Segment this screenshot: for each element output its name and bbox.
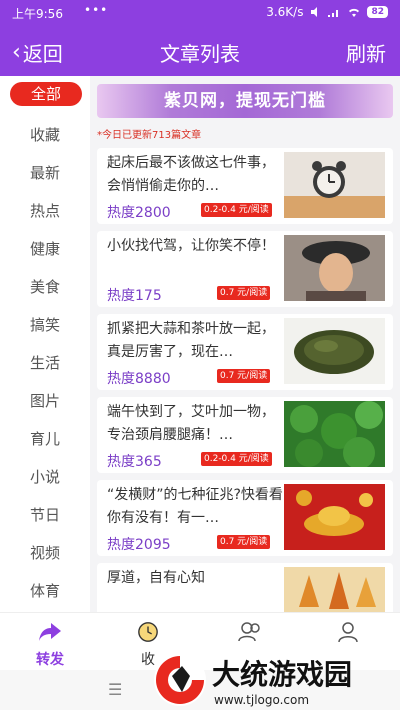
status-time: 上午9:56 [12, 7, 63, 21]
nav-profile[interactable] [318, 621, 378, 647]
alarm-clock-image [284, 152, 385, 218]
category-sports[interactable]: 体育 [0, 580, 90, 601]
article-card[interactable]: 起床后最不该做这七件事，会悄悄偷走你的… 热度2800 0.2-0.4 元/阅读 [97, 148, 393, 224]
mugwort-image [284, 401, 385, 467]
wifi-icon [349, 8, 360, 17]
user-icon [338, 622, 358, 643]
network-speed: 3.6K/s [266, 5, 304, 19]
watermark-url: www.tjlogo.com [214, 693, 309, 707]
gold-ingot-image [284, 484, 385, 550]
back-button[interactable]: ‹ 返回 [12, 38, 63, 67]
signal-icon [328, 10, 339, 17]
category-favorites[interactable]: 收藏 [0, 124, 90, 145]
share-icon [39, 623, 61, 641]
nav-share-label: 转发 [36, 652, 64, 668]
article-title: 抓紧把大蒜和茶叶放一起，真是厉害了，现在… [107, 321, 275, 360]
nav-friends[interactable] [220, 621, 280, 647]
nav-share[interactable]: 转发 [20, 621, 80, 669]
article-card[interactable]: 厚道，自有心知 [97, 563, 393, 612]
clock-icon [138, 622, 158, 642]
users-icon [238, 622, 260, 642]
back-label: 返回 [22, 42, 63, 66]
category-health[interactable]: 健康 [0, 238, 90, 259]
article-heat: 热度2800 [107, 205, 171, 221]
category-parenting[interactable]: 育儿 [0, 428, 90, 449]
article-price-badge: 0.2-0.4 元/阅读 [201, 203, 272, 217]
update-notice: *今日已更新713篇文章 [97, 130, 202, 141]
autumn-leaves-image [284, 567, 385, 612]
category-pictures[interactable]: 图片 [0, 390, 90, 411]
article-title: “发横财”的七种征兆?快看看你有没有！有一… [107, 487, 283, 526]
article-price-badge: 0.7 元/阅读 [217, 286, 271, 300]
article-heat: 热度365 [107, 454, 162, 470]
refresh-button[interactable]: 刷新 [346, 38, 386, 67]
article-card[interactable]: 抓紧把大蒜和茶叶放一起，真是厉害了，现在… 热度8880 0.7 元/阅读 [97, 314, 393, 390]
header: ‹ 返回 文章列表 刷新 [0, 26, 400, 76]
article-heat: 热度8880 [107, 371, 171, 387]
category-all[interactable]: 全部 [10, 82, 82, 106]
tea-leaves-image [284, 318, 385, 384]
category-novel[interactable]: 小说 [0, 466, 90, 487]
category-life[interactable]: 生活 [0, 352, 90, 373]
watermark-logo: 大统游戏园 www.tjlogo.com [154, 654, 352, 707]
article-title: 起床后最不该做这七件事，会悄悄偷走你的… [107, 155, 275, 194]
category-hot[interactable]: 热点 [0, 200, 90, 221]
article-heat: 热度2095 [107, 537, 171, 553]
mute-icon [311, 7, 318, 17]
article-card[interactable]: 端午快到了，艾叶加一物，专治颈肩腰腿痛！… 热度365 0.2-0.4 元/阅读 [97, 397, 393, 473]
category-food[interactable]: 美食 [0, 276, 90, 297]
article-price-badge: 0.2-0.4 元/阅读 [201, 452, 272, 466]
watermark-brand: 大统游戏园 [212, 658, 352, 691]
category-funny[interactable]: 搞笑 [0, 314, 90, 335]
person-hat-image [284, 235, 385, 301]
article-price-badge: 0.7 元/阅读 [217, 535, 271, 549]
category-video[interactable]: 视频 [0, 542, 90, 563]
status-right: 3.6K/s 82 [266, 5, 388, 19]
status-dots: ••• [84, 3, 109, 17]
article-card[interactable]: 小伙找代驾，让你笑不停！ 热度175 0.7 元/阅读 [97, 231, 393, 307]
chevron-left-icon: ‹ [12, 39, 21, 65]
article-list: 紫贝网，提现无门槛 *今日已更新713篇文章 起床后最不该做这七件事，会悄悄偷走… [90, 76, 400, 612]
category-festival[interactable]: 节日 [0, 504, 90, 525]
category-sidebar: 全部 收藏 最新 热点 健康 美食 搞笑 生活 图片 育儿 小说 节日 视频 体… [0, 76, 90, 612]
article-title: 小伙找代驾，让你笑不停！ [107, 238, 275, 254]
article-title: 端午快到了，艾叶加一物，专治颈肩腰腿痛！… [107, 404, 275, 443]
battery-icon: 82 [367, 6, 388, 18]
category-latest[interactable]: 最新 [0, 162, 90, 183]
status-bar: 上午9:56 ••• 3.6K/s 82 [0, 0, 400, 26]
menu-icon[interactable]: ☰ [108, 680, 122, 699]
site-watermark: 大统游戏园 www.tjlogo.com [150, 646, 400, 710]
article-title: 厚道，自有心知 [107, 570, 205, 586]
promo-banner[interactable]: 紫贝网，提现无门槛 [97, 84, 393, 118]
article-price-badge: 0.7 元/阅读 [217, 369, 271, 383]
article-card[interactable]: “发横财”的七种征兆?快看看你有没有！有一… 热度2095 0.7 元/阅读 [97, 480, 393, 556]
article-heat: 热度175 [107, 288, 162, 304]
